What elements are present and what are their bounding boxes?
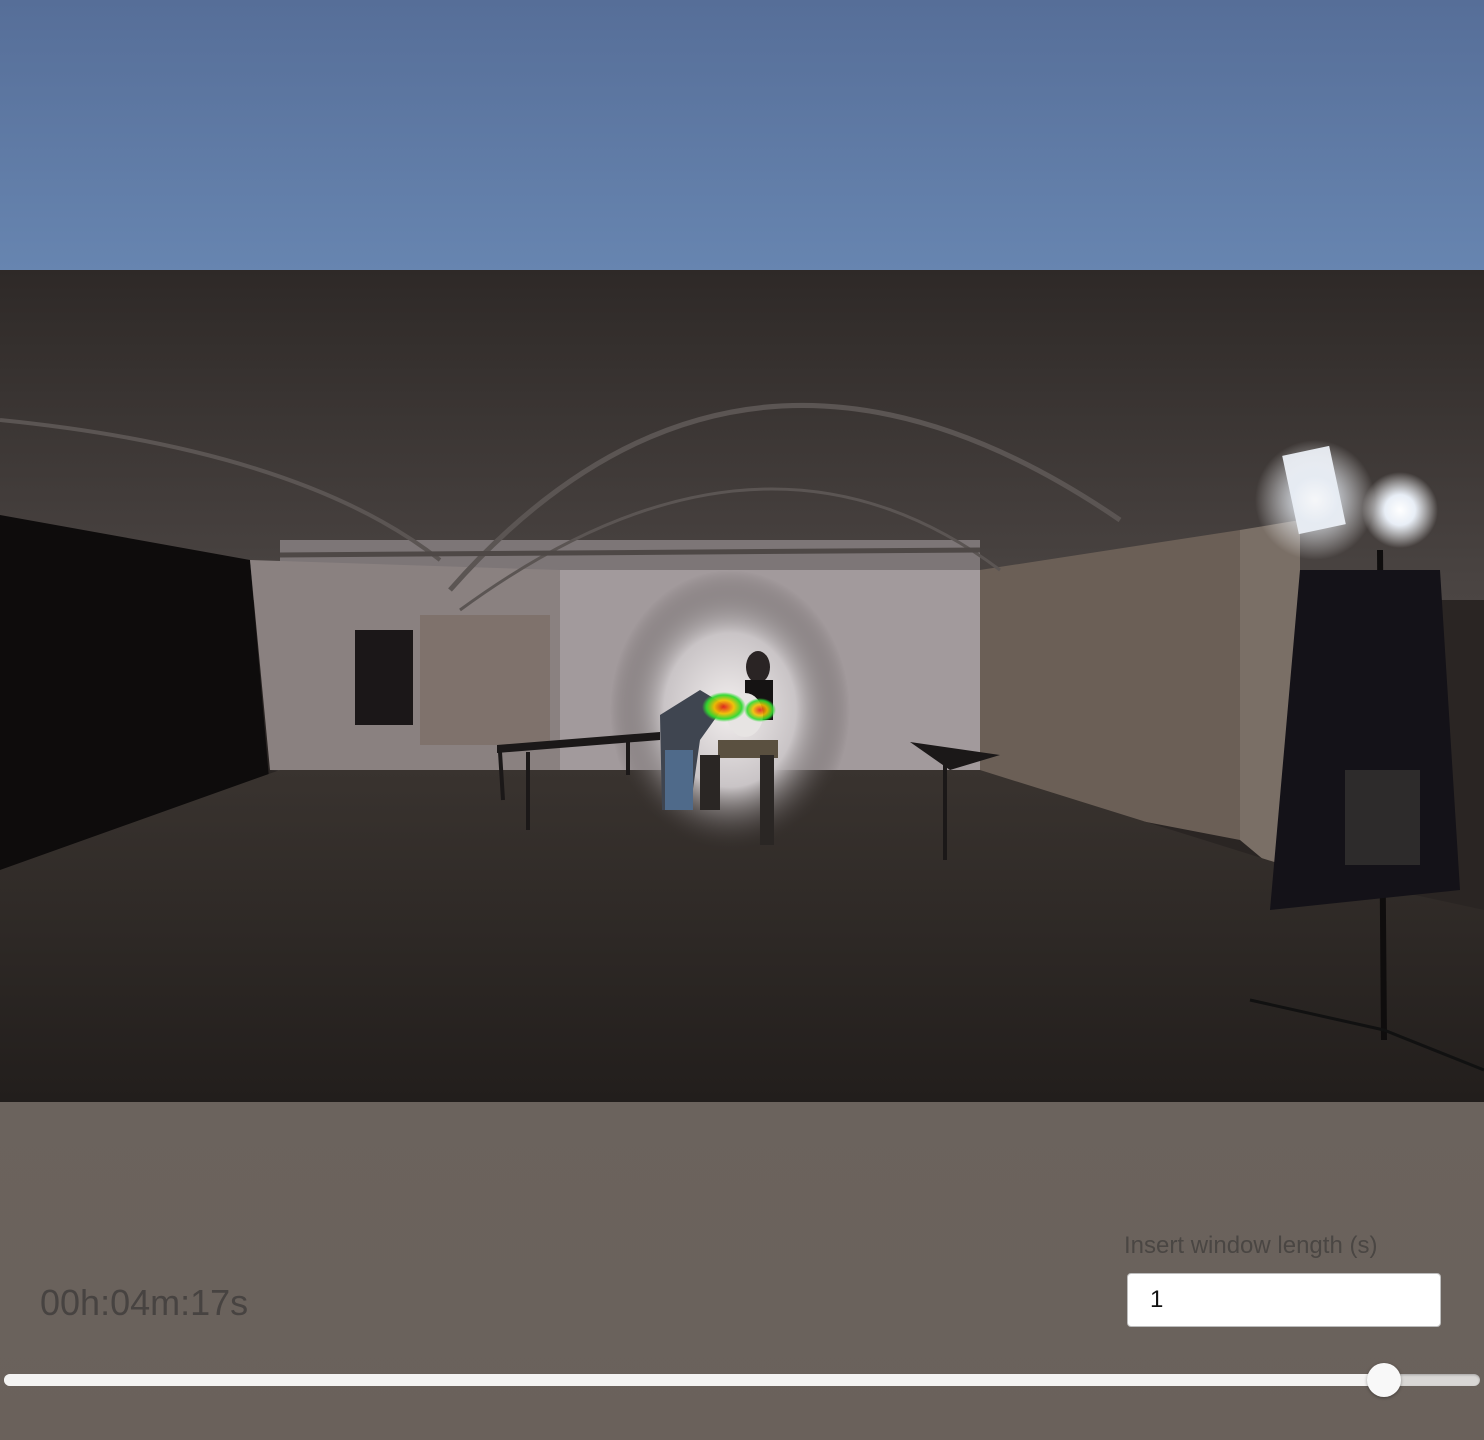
window-length-label: Insert window length (s) [1124,1232,1378,1259]
studio-scene [0,270,1484,1102]
seek-slider-fill [4,1374,1385,1386]
window-length-input[interactable] [1127,1273,1441,1327]
playback-controls: 00h:04m:17s Insert window length (s) [0,1102,1484,1440]
seek-slider[interactable] [4,1363,1480,1397]
current-time: 00h:04m:17s [40,1282,249,1323]
seek-slider-thumb[interactable] [1367,1363,1402,1397]
sky-background [0,0,1484,270]
video-frame-360[interactable] [0,270,1484,1102]
